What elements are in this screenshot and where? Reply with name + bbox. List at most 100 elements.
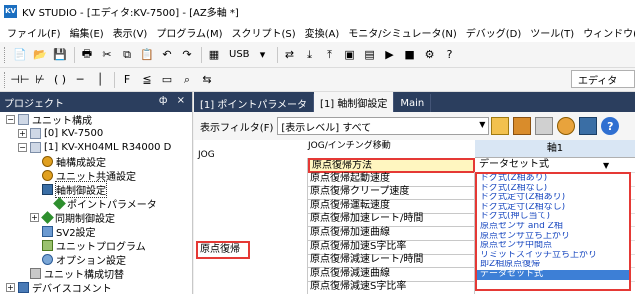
toolbar-grip[interactable] <box>4 46 7 63</box>
connection-icon[interactable]: ▦ <box>205 46 223 64</box>
debug-icon[interactable]: ⚙ <box>421 46 439 64</box>
monitor-icon[interactable]: ▣ <box>341 46 359 64</box>
stop-icon[interactable]: ■ <box>401 46 419 64</box>
dropdown-option[interactable]: ドグ式(Z相なし) <box>477 184 629 194</box>
expand-icon[interactable]: + <box>18 128 27 138</box>
tree-item-label: ユニット共通設定 <box>56 171 136 183</box>
menu-item[interactable]: 変換(A) <box>302 25 346 40</box>
tree-item-label: ユニット構成切替 <box>44 269 124 281</box>
chevron-down-icon[interactable]: ▾ <box>254 46 272 64</box>
transfer-icon[interactable]: ⇄ <box>281 46 299 64</box>
tree-item[interactable]: 軸制御設定 <box>0 180 192 198</box>
menu-item[interactable]: プログラム(M) <box>153 25 228 40</box>
coil-icon[interactable]: ( ) <box>51 71 69 89</box>
expand-icon[interactable] <box>513 117 532 135</box>
tab[interactable]: [1] ポイントパラメータ <box>194 94 315 112</box>
tree-item[interactable]: 軸構成設定 <box>0 154 192 169</box>
tree-item[interactable]: − ユニット構成 <box>0 112 192 127</box>
write-icon[interactable]: ⤒ <box>321 46 339 64</box>
axis-header: 軸1 <box>475 140 635 158</box>
window-title: KV STUDIO - [エディタ:KV-7500] - [AZ多軸 *] <box>22 7 239 19</box>
tree-item[interactable]: ユニット共通設定 <box>0 168 192 183</box>
dropdown-option[interactable]: 原点センサ立ち上がり <box>477 232 629 242</box>
collapse-icon[interactable]: − <box>18 142 27 152</box>
tree-item[interactable]: オプション設定 <box>0 252 192 267</box>
help-icon[interactable]: ? <box>441 46 459 64</box>
tree-item[interactable]: − [1] KV-XH04ML R34000 D <box>0 140 192 154</box>
tree-item[interactable]: + デバイスコメント <box>0 280 192 294</box>
dropdown-option[interactable]: ドグ式(押し当て) <box>477 212 629 222</box>
editor-mode-box[interactable]: エディタ <box>571 70 635 88</box>
compare-icon[interactable]: ≦ <box>138 71 156 89</box>
line-icon[interactable]: ─ <box>71 71 89 89</box>
simulator-icon[interactable]: ▤ <box>361 46 379 64</box>
contact-b-icon[interactable]: ⊬ <box>31 71 49 89</box>
new-file-icon[interactable]: 📄 <box>11 46 29 64</box>
grid-left-cell <box>194 280 308 294</box>
print-icon[interactable]: 🖶 <box>78 46 96 64</box>
dropdown-option[interactable]: ドグ式定寸(Z相なし) <box>477 203 629 213</box>
menu-item[interactable]: 編集(E) <box>67 25 110 40</box>
undo-icon[interactable]: ↶ <box>158 46 176 64</box>
main-toolbar: 📄 📂 💾 🖶 ✂ ⧉ 📋 ↶ ↷ ▦ USB ▾ ⇄ ⤓ ⤒ ▣ ▤ ▶ ■ … <box>0 42 635 68</box>
tree-item[interactable]: ユニットプログラム <box>0 238 192 253</box>
box-icon[interactable]: ▭ <box>158 71 176 89</box>
instruction-icon[interactable]: F <box>118 71 136 89</box>
filter-select[interactable]: [表示レベル] すべて ▼ <box>277 117 490 135</box>
run-icon[interactable]: ▶ <box>381 46 399 64</box>
project-title: プロジェクト <box>4 98 64 110</box>
dropdown-option[interactable]: ドグ式定寸(Z相あり) <box>477 193 629 203</box>
save-icon[interactable]: 💾 <box>51 46 69 64</box>
tab[interactable]: [1] 軸制御設定 <box>314 92 395 112</box>
tree-item[interactable]: SV2設定 <box>0 224 192 239</box>
tree-item[interactable]: ポイントパラメータ <box>0 196 192 211</box>
folder-icon[interactable] <box>491 117 510 135</box>
diamond-icon <box>41 210 54 224</box>
gear-icon[interactable] <box>557 117 576 135</box>
tree-item[interactable]: ユニット構成切替 <box>0 266 192 281</box>
pin-close-icons[interactable]: ф × <box>159 95 188 106</box>
tree-item[interactable]: + [0] KV-7500 <box>0 126 192 140</box>
chevron-down-icon[interactable]: ▼ <box>603 161 609 170</box>
menu-item[interactable]: デバッグ(D) <box>463 25 528 40</box>
app-icon: KV <box>4 4 17 18</box>
vline-icon[interactable]: │ <box>91 71 109 89</box>
redo-icon[interactable]: ↷ <box>178 46 196 64</box>
toolbar-grip[interactable] <box>4 71 7 88</box>
tab[interactable]: Main <box>394 94 432 112</box>
expand-icon[interactable]: + <box>30 212 39 222</box>
replace-icon[interactable]: ⇆ <box>198 71 216 89</box>
dropdown-option[interactable]: 原点センサ中間点 <box>477 241 629 251</box>
switch-icon <box>30 267 41 279</box>
dropdown-option[interactable]: リミットスイッチ立ち上がり <box>477 251 629 261</box>
grid-icon[interactable] <box>579 117 598 135</box>
dropdown-option[interactable]: 即Z相原点復帰 <box>477 260 629 270</box>
help-icon[interactable]: ? <box>601 117 620 135</box>
search-icon[interactable]: ⌕ <box>178 71 196 89</box>
menu-item[interactable]: ウィンドウ(W) <box>580 25 635 40</box>
cut-icon[interactable]: ✂ <box>98 46 116 64</box>
menu-item[interactable]: スクリプト(S) <box>228 25 301 40</box>
connection-select[interactable]: USB <box>225 46 254 64</box>
chevron-down-icon[interactable]: ▼ <box>479 120 485 129</box>
open-folder-icon[interactable]: 📂 <box>31 46 49 64</box>
filter-bar: 表示フィルタ(F) [表示レベル] すべて ▼ ? <box>194 112 635 140</box>
paste-icon[interactable]: 📋 <box>138 46 156 64</box>
dropdown-option[interactable]: データセット式 <box>477 269 629 280</box>
dropdown-option[interactable]: ドグ式(Z相あり) <box>477 174 629 184</box>
tree-item[interactable]: + 同期制御設定 <box>0 210 192 225</box>
project-header: プロジェクト ф × <box>0 92 192 112</box>
save-setting-icon[interactable] <box>535 117 554 135</box>
menu-item[interactable]: ツール(T) <box>527 25 580 40</box>
homing-method-dropdown[interactable]: ドグ式(Z相あり) ドグ式(Z相なし) ドグ式定寸(Z相あり) ドグ式定寸(Z相なし)… <box>475 172 631 291</box>
read-icon[interactable]: ⤓ <box>301 46 319 64</box>
expand-icon[interactable]: + <box>6 282 15 292</box>
copy-icon[interactable]: ⧉ <box>118 46 136 64</box>
menu-item[interactable]: モニタ/シミュレータ(N) <box>345 25 462 40</box>
menu-item[interactable]: ファイル(F) <box>4 25 67 40</box>
dropdown-option[interactable]: 原点センサ and Z相 <box>477 222 629 232</box>
contact-a-icon[interactable]: ⊣⊢ <box>10 71 29 89</box>
tree-item-label: ユニットプログラム <box>56 241 146 253</box>
collapse-icon[interactable]: − <box>6 114 15 124</box>
menu-item[interactable]: 表示(V) <box>110 25 154 40</box>
